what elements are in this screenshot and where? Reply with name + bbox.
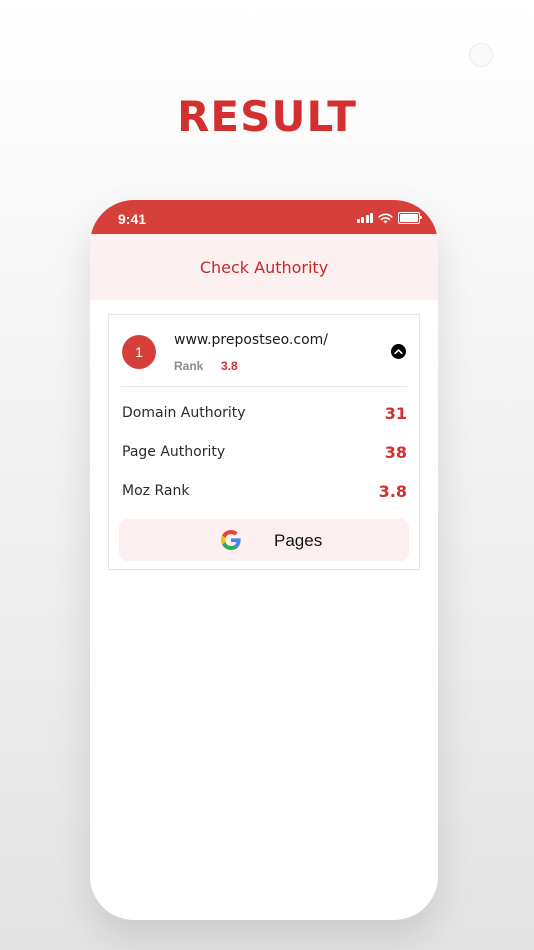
signal-icon xyxy=(356,213,373,223)
metric-row-domain-authority: Domain Authority 31 xyxy=(122,402,407,426)
app-header: Check Authority xyxy=(90,234,438,300)
wifi-icon xyxy=(378,213,393,223)
rank-value: 3.8 xyxy=(221,359,238,373)
metric-value: 3.8 xyxy=(378,482,407,501)
decorative-circle xyxy=(469,43,493,67)
rank-label: Rank xyxy=(174,359,204,373)
result-card: 1 www.prepostseo.com/ Rank 3.8 Domain Au… xyxy=(108,314,420,570)
metric-label: Domain Authority xyxy=(122,405,246,421)
page-headline: RESULT xyxy=(177,92,357,141)
metric-row-moz-rank: Moz Rank 3.8 xyxy=(122,480,407,504)
chevron-up-icon[interactable] xyxy=(391,344,406,359)
app-title: Check Authority xyxy=(199,258,329,277)
battery-icon xyxy=(398,212,422,224)
google-pages-button[interactable]: Pages xyxy=(119,519,409,561)
site-url: www.prepostseo.com/ xyxy=(174,332,328,348)
status-time: 9:41 xyxy=(118,211,147,227)
status-icons xyxy=(356,212,422,224)
pages-button-label: Pages xyxy=(274,531,323,550)
metric-value: 38 xyxy=(384,443,407,462)
card-divider xyxy=(121,386,407,387)
metric-label: Page Authority xyxy=(122,444,226,460)
metric-value: 31 xyxy=(384,404,407,423)
phone-mockup: 9:41 Check Authority 1 www.prepostseo.co… xyxy=(90,200,438,920)
metric-row-page-authority: Page Authority 38 xyxy=(122,441,407,465)
status-bar: 9:41 xyxy=(90,200,438,234)
result-index-badge: 1 xyxy=(122,335,156,369)
google-icon xyxy=(221,530,241,550)
metric-label: Moz Rank xyxy=(122,483,190,499)
